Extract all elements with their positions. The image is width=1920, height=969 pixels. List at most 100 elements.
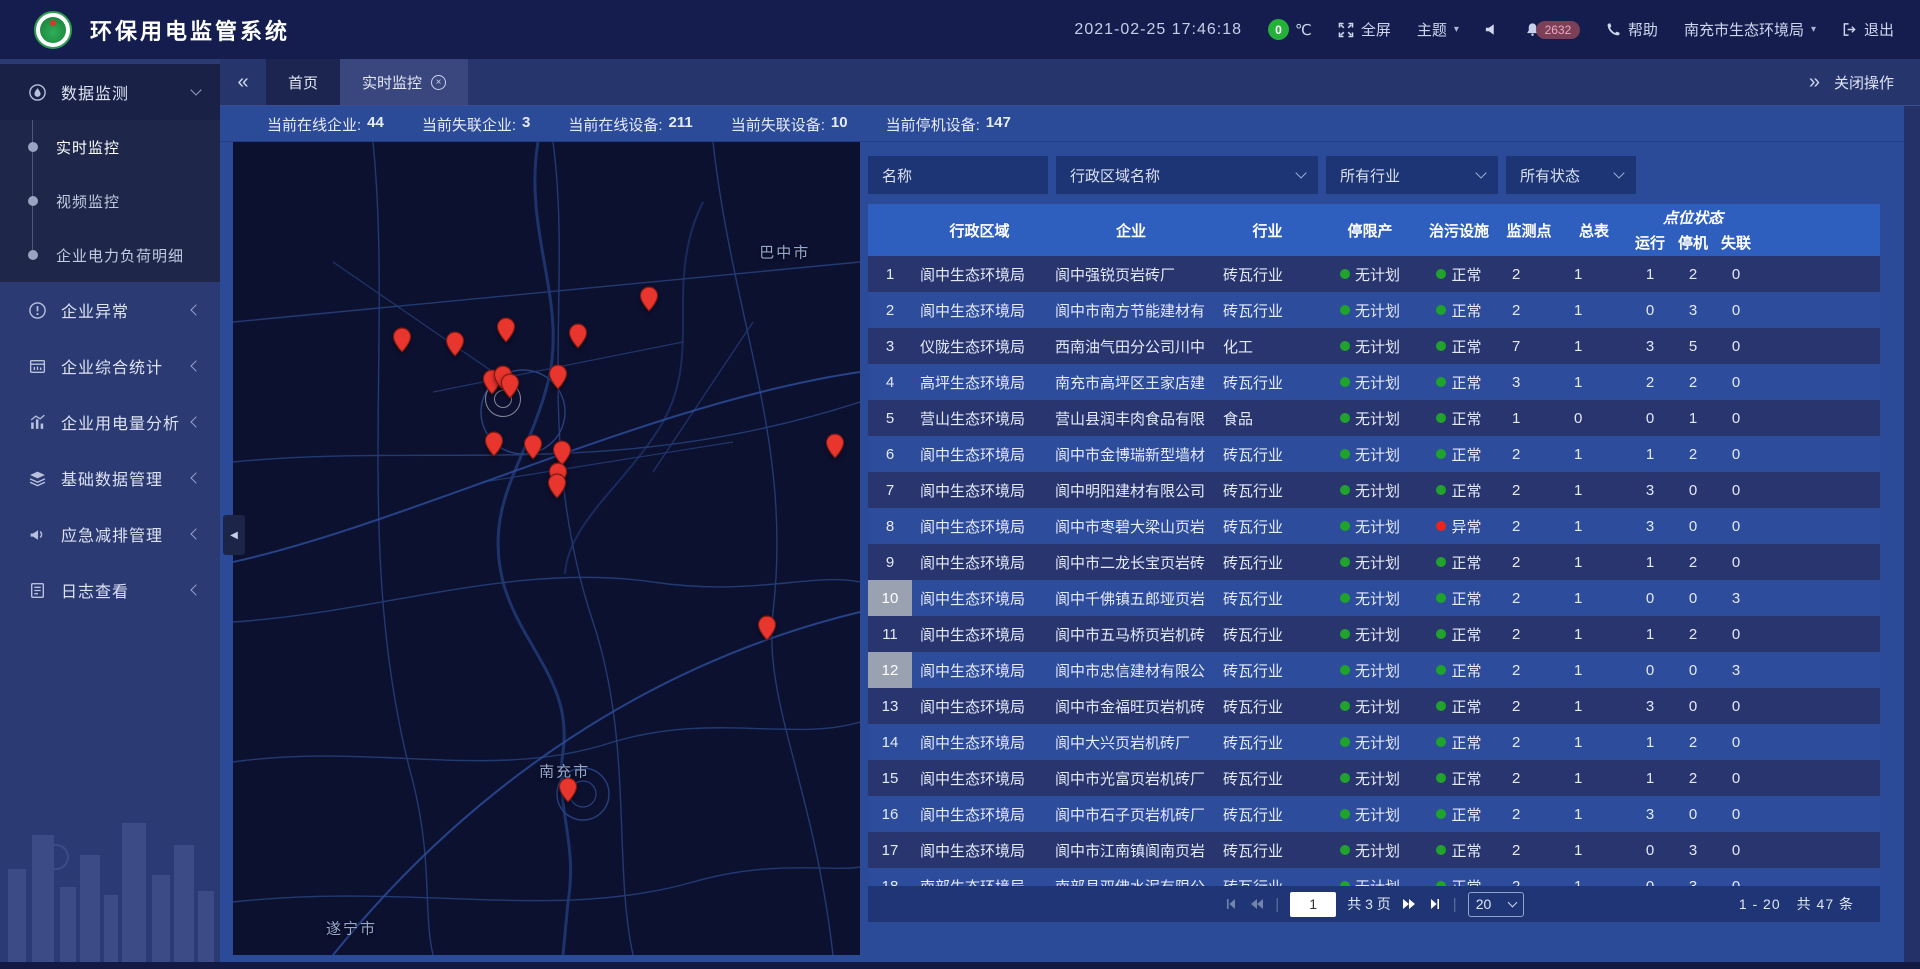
top-header: 环保用电监管系统 2021-02-25 17:46:18 0 ℃ 全屏 主题▾ [0,0,1920,59]
mute-button[interactable] [1485,22,1499,37]
page-size-select[interactable]: 20 [1468,892,1524,917]
cell-limit-status: 无计划 [1320,508,1420,544]
map-panel[interactable]: 巴中市南充市遂宁市 [233,142,860,955]
table-row[interactable]: 5营山生态环境局营山县润丰肉食品有限食品无计划正常10010 [868,400,1880,436]
stat-item: 当前失联设备:10 [731,114,848,135]
sidebar-item-power-load-detail[interactable]: 企业电力负荷明细 [0,228,220,282]
logout-button[interactable]: 退出 [1842,19,1894,40]
tabs-scroll-right-button[interactable]: » [1809,71,1820,94]
cell-running: 1 [1628,436,1672,472]
table-row[interactable]: 14阆中生态环境局阆中大兴页岩机砖厂砖瓦行业无计划正常21120 [868,724,1880,760]
table-row[interactable]: 15阆中生态环境局阆中市光富页岩机砖厂砖瓦行业无计划正常21120 [868,760,1880,796]
previous-page-button[interactable] [1249,897,1264,911]
tab-realtime-monitor[interactable]: 实时监控 × [340,59,468,105]
sidebar-item-video-monitor[interactable]: 视频监控 [0,174,220,228]
cell-total-meter: 1 [1560,508,1628,544]
divider: | [1275,896,1279,913]
tabs-scroll-left-button[interactable]: « [220,59,266,105]
table-row[interactable]: 18南部生态环境局南部县双佛水泥有限公砖瓦行业无计划正常21030 [868,868,1880,886]
cell-company: 阆中明阳建材有限公司 [1047,472,1215,508]
status-dot-icon [1436,737,1446,747]
close-tab-icon[interactable]: × [431,75,446,90]
map-pin[interactable] [392,327,411,358]
table-row[interactable]: 12阆中生态环境局阆中市忠信建材有限公砖瓦行业无计划正常21003 [868,652,1880,688]
row-filler [1758,508,1880,544]
row-index: 16 [868,796,912,832]
scrollbar-track[interactable] [1904,106,1920,962]
cell-industry: 砖瓦行业 [1215,688,1320,724]
sidebar-item-base-data[interactable]: 基础数据管理 [0,450,220,506]
cell-total-meter: 1 [1560,832,1628,868]
sidebar-item-realtime-monitor[interactable]: 实时监控 [0,120,220,174]
map-pin[interactable] [825,433,844,464]
cell-industry: 砖瓦行业 [1215,508,1320,544]
table-row[interactable]: 13阆中生态环境局阆中市金福旺页岩机砖砖瓦行业无计划正常21300 [868,688,1880,724]
map-pin[interactable] [445,331,464,362]
map-pin[interactable] [639,286,658,317]
theme-dropdown[interactable]: 主题▾ [1417,19,1459,40]
sidebar-item-emergency-reduction[interactable]: 应急减排管理 [0,506,220,562]
cell-industry: 砖瓦行业 [1215,868,1320,886]
industry-select[interactable]: 所有行业 [1326,156,1498,194]
sidebar-item-log-view[interactable]: 日志查看 [0,562,220,618]
map-pin[interactable] [559,777,578,808]
cell-total-meter: 1 [1560,760,1628,796]
cell-facility-status: 正常 [1420,652,1498,688]
cell-running: 3 [1628,472,1672,508]
table-row[interactable]: 9阆中生态环境局阆中市二龙长宝页岩砖砖瓦行业无计划正常21120 [868,544,1880,580]
map-pin[interactable] [547,473,566,504]
help-button[interactable]: 帮助 [1606,19,1658,40]
table-row[interactable]: 11阆中生态环境局阆中市五马桥页岩机砖砖瓦行业无计划正常21120 [868,616,1880,652]
sidebar-item-power-analysis[interactable]: 企业用电量分析 [0,394,220,450]
app-logo-icon [34,11,72,49]
table-row[interactable]: 8阆中生态环境局阆中市枣碧大梁山页岩砖瓦行业无计划异常21300 [868,508,1880,544]
cell-industry: 砖瓦行业 [1215,544,1320,580]
map-pin[interactable] [501,373,520,404]
name-search-input[interactable]: 名称 [868,156,1048,194]
sidebar-item-enterprise-statistics[interactable]: 企业综合统计 [0,338,220,394]
fullscreen-button[interactable]: 全屏 [1338,19,1391,40]
table-row[interactable]: 6阆中生态环境局阆中市金博瑞新型墙材砖瓦行业无计划正常21120 [868,436,1880,472]
document-icon [28,581,47,600]
region-select[interactable]: 行政区域名称 [1056,156,1318,194]
first-page-button[interactable] [1224,897,1238,911]
table-row[interactable]: 3仪陇生态环境局西南油气田分公司川中化工无计划正常71350 [868,328,1880,364]
record-range-label: 1 - 20共 47 条 [1739,894,1854,914]
cell-industry: 砖瓦行业 [1215,652,1320,688]
map-pin[interactable] [485,431,504,462]
sidebar-item-data-monitoring[interactable]: 数据监测 [0,64,220,120]
cell-monitor-points: 2 [1498,796,1560,832]
fullscreen-icon [1338,22,1354,38]
status-select[interactable]: 所有状态 [1506,156,1636,194]
map-pin[interactable] [497,317,516,348]
col-running: 运行 [1628,229,1672,256]
last-page-button[interactable] [1428,897,1442,911]
map-pin[interactable] [548,364,567,395]
notifications-button[interactable]: 2632 [1525,21,1580,39]
table-row[interactable]: 7阆中生态环境局阆中明阳建材有限公司砖瓦行业无计划正常21300 [868,472,1880,508]
collapse-map-button[interactable]: ◀ [223,515,245,555]
cell-disconnected: 0 [1714,616,1758,652]
stat-label: 当前失联企业: [422,114,516,135]
tab-home[interactable]: 首页 [266,59,340,105]
row-index: 7 [868,472,912,508]
table-row[interactable]: 2阆中生态环境局阆中市南方节能建材有砖瓦行业无计划正常21030 [868,292,1880,328]
table-row[interactable]: 17阆中生态环境局阆中市江南镇阆南页岩砖瓦行业无计划正常21030 [868,832,1880,868]
page-number-input[interactable] [1290,892,1336,917]
map-pin[interactable] [523,434,542,465]
total-pages-label: 共 3 页 [1347,894,1391,914]
org-user-dropdown[interactable]: 南充市生态环境局▾ [1684,19,1816,40]
table-row[interactable]: 1阆中生态环境局阆中强锐页岩砖厂砖瓦行业无计划正常21120 [868,256,1880,292]
sidebar-item-enterprise-abnormal[interactable]: 企业异常 [0,282,220,338]
next-page-button[interactable] [1402,897,1417,911]
map-pin[interactable] [758,615,777,646]
cell-facility-status: 正常 [1420,724,1498,760]
status-dot-icon [1340,269,1350,279]
table-row[interactable]: 10阆中生态环境局阆中千佛镇五郎垭页岩砖瓦行业无计划正常21003 [868,580,1880,616]
table-row[interactable]: 4高坪生态环境局南充市高坪区王家店建砖瓦行业无计划正常31220 [868,364,1880,400]
close-operations-button[interactable]: 关闭操作 [1834,72,1894,93]
cell-industry: 砖瓦行业 [1215,796,1320,832]
map-pin[interactable] [568,323,587,354]
status-dot-icon [1340,341,1350,351]
table-row[interactable]: 16阆中生态环境局阆中市石子页岩机砖厂砖瓦行业无计划正常21300 [868,796,1880,832]
